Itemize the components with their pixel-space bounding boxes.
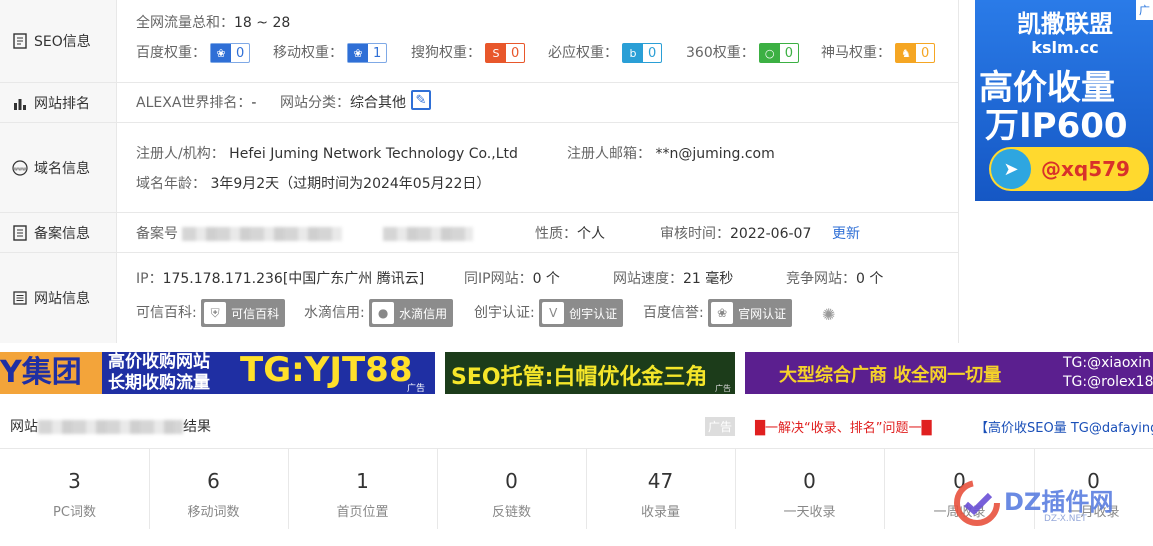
site-label: 网站信息 — [0, 253, 117, 343]
weight-shenma[interactable]: 神马权重： ♞ 0 — [821, 42, 936, 63]
svg-text:www: www — [14, 166, 26, 172]
registrant-email: 注册人邮箱： **n@juming.com — [567, 146, 775, 162]
document-icon — [12, 224, 28, 241]
traffic-total: 全网流量总和：18 ~ 28 — [136, 15, 291, 31]
weight-360[interactable]: 360权重： ○ 0 — [686, 42, 800, 63]
loading-spinner-icon: ✺ — [822, 305, 836, 324]
weight-mobile[interactable]: 移动权重： ❀ 1 — [273, 42, 388, 63]
rank-label: 网站排名 — [0, 83, 117, 122]
www-icon: www — [12, 159, 28, 176]
paw-icon: ❀ — [348, 44, 368, 62]
domain-age: 域名年龄： 3年9月2天（过期时间为2024年05月22日） — [136, 176, 491, 192]
ad-right-handle-pill: ➤ @xq579 — [989, 147, 1149, 191]
ad-right-domain: kslm.cc — [1031, 38, 1099, 57]
blurred-domain — [38, 420, 183, 434]
stat-pc-words: 3 PC词数 — [0, 449, 150, 529]
stat-backlinks: 0 反链数 — [437, 449, 587, 529]
paw-icon: ❀ — [211, 44, 231, 62]
edit-icon[interactable]: ✎ — [411, 90, 431, 110]
domain-label: www 域名信息 — [0, 123, 117, 212]
update-link[interactable]: 更新 — [832, 223, 860, 243]
ad-right-slogan2: 万IP600 — [985, 106, 1128, 146]
weight-bing[interactable]: 必应权重： b 0 — [548, 42, 663, 63]
document-icon — [12, 33, 28, 49]
seo-row: SEO信息 全网流量总和：18 ~ 28 百度权重： ❀ 0 移动权重： ❀ 1 搜狗权… — [0, 0, 959, 83]
blurred-icp-suffix — [382, 227, 473, 241]
domain-row: www 域名信息 注册人/机构： Hefei Juming Network Te… — [0, 123, 959, 213]
banner-ad-3[interactable]: 大型综合广商 收全网一切量 TG:@xiaoxin TG:@rolex189 — [745, 352, 1153, 394]
watermark-logo-icon — [954, 480, 1000, 526]
ad-tag: 广告 — [705, 417, 736, 436]
info-table: SEO信息 全网流量总和：18 ~ 28 百度权重： ❀ 0 移动权重： ❀ 1 搜狗权… — [0, 0, 959, 343]
same-ip-sites: 同IP网站：0 个 — [464, 271, 560, 287]
ad-right[interactable]: 广 凯撒联盟 kslm.cc 高价收量 万IP600 ➤ @xq579 — [975, 0, 1153, 201]
site-category: 网站分类：综合其他 — [280, 95, 406, 111]
360-icon: ○ — [759, 44, 780, 62]
weight-baidu[interactable]: 百度权重： ❀ 0 — [136, 42, 251, 63]
rank-row: 网站排名 ALEXA世界排名：- 网站分类：综合其他 ✎ — [0, 83, 959, 123]
site-info-page: SEO信息 全网流量总和：18 ~ 28 百度权重： ❀ 0 移动权重： ❀ 1 搜狗权… — [0, 0, 1153, 546]
site-speed: 网站速度：21 毫秒 — [613, 271, 734, 287]
icp-review-time: 审核时间：2022-06-07 — [660, 226, 812, 242]
cert-baidu[interactable]: 百度信誉: ❀ 官网认证 — [643, 299, 793, 327]
shenma-icon: ♞ — [896, 44, 916, 62]
stat-daily-indexed: 0 一天收录 — [735, 449, 885, 529]
section-title: 网站 结果 — [10, 419, 211, 435]
seo-solution-link[interactable]: █一解决“收录、排名”问题一█ — [755, 417, 931, 436]
bing-icon: b — [623, 44, 643, 62]
cert-shuidi[interactable]: 水滴信用: ● 水滴信用 — [304, 299, 454, 327]
shield-icon: ⛨ — [204, 302, 227, 324]
cert-kexin[interactable]: 可信百科: ⛨ 可信百科 — [136, 299, 286, 327]
registrant: 注册人/机构： Hefei Juming Network Technology … — [136, 146, 518, 162]
alexa-rank: ALEXA世界排名：- — [136, 95, 257, 111]
stat-indexed: 47 收录量 — [586, 449, 736, 529]
seo-buy-link[interactable]: 【高价收SEO量 TG@dafaying — [975, 417, 1153, 436]
seo-label: SEO信息 — [0, 0, 117, 82]
banner-ad-2[interactable]: SEO托管:白帽优化金三角 广告 — [445, 352, 735, 394]
water-drop-icon: ● — [372, 302, 395, 324]
ad-right-title: 凯撒联盟 — [1017, 10, 1113, 38]
watermark: DZ插件网 DZ-X.NET — [952, 478, 1147, 530]
weight-sogou[interactable]: 搜狗权重： S 0 — [411, 42, 526, 63]
bar-chart-icon — [12, 95, 28, 111]
icp-label: 备案信息 — [0, 213, 117, 252]
compete-sites: 竞争网站：0 个 — [786, 271, 884, 287]
cert-chuangyu[interactable]: 创宇认证: V 创宇认证 — [474, 299, 624, 327]
site-row: 网站信息 IP：175.178.171.236[中国广东广州 腾讯云] 同IP网… — [0, 253, 959, 343]
sogou-icon: S — [486, 44, 506, 62]
stat-mobile-words: 6 移动词数 — [139, 449, 289, 529]
icp-row: 备案信息 备案号 性质：个人 审核时间：2022-06-07 更新 — [0, 213, 959, 253]
list-icon — [12, 290, 28, 306]
icp-nature: 性质：个人 — [535, 226, 605, 242]
result-section-header: 网站 结果 广告 █一解决“收录、排名”问题一█ 【高价收SEO量 TG@dafa… — [0, 405, 1153, 449]
v-badge-icon: V — [542, 302, 565, 324]
paw-icon: ❀ — [711, 302, 734, 324]
ip-info: IP：175.178.171.236[中国广东广州 腾讯云] — [136, 271, 425, 287]
blurred-icp-number — [182, 227, 343, 241]
icp-number: 备案号 — [136, 223, 473, 243]
telegram-icon: ➤ — [991, 149, 1031, 189]
banner-ad-1[interactable]: Y集团 高价收购网站 长期收购流量 TG:YJT88 广告 — [0, 350, 435, 394]
stat-homepage-position: 1 首页位置 — [288, 449, 438, 529]
